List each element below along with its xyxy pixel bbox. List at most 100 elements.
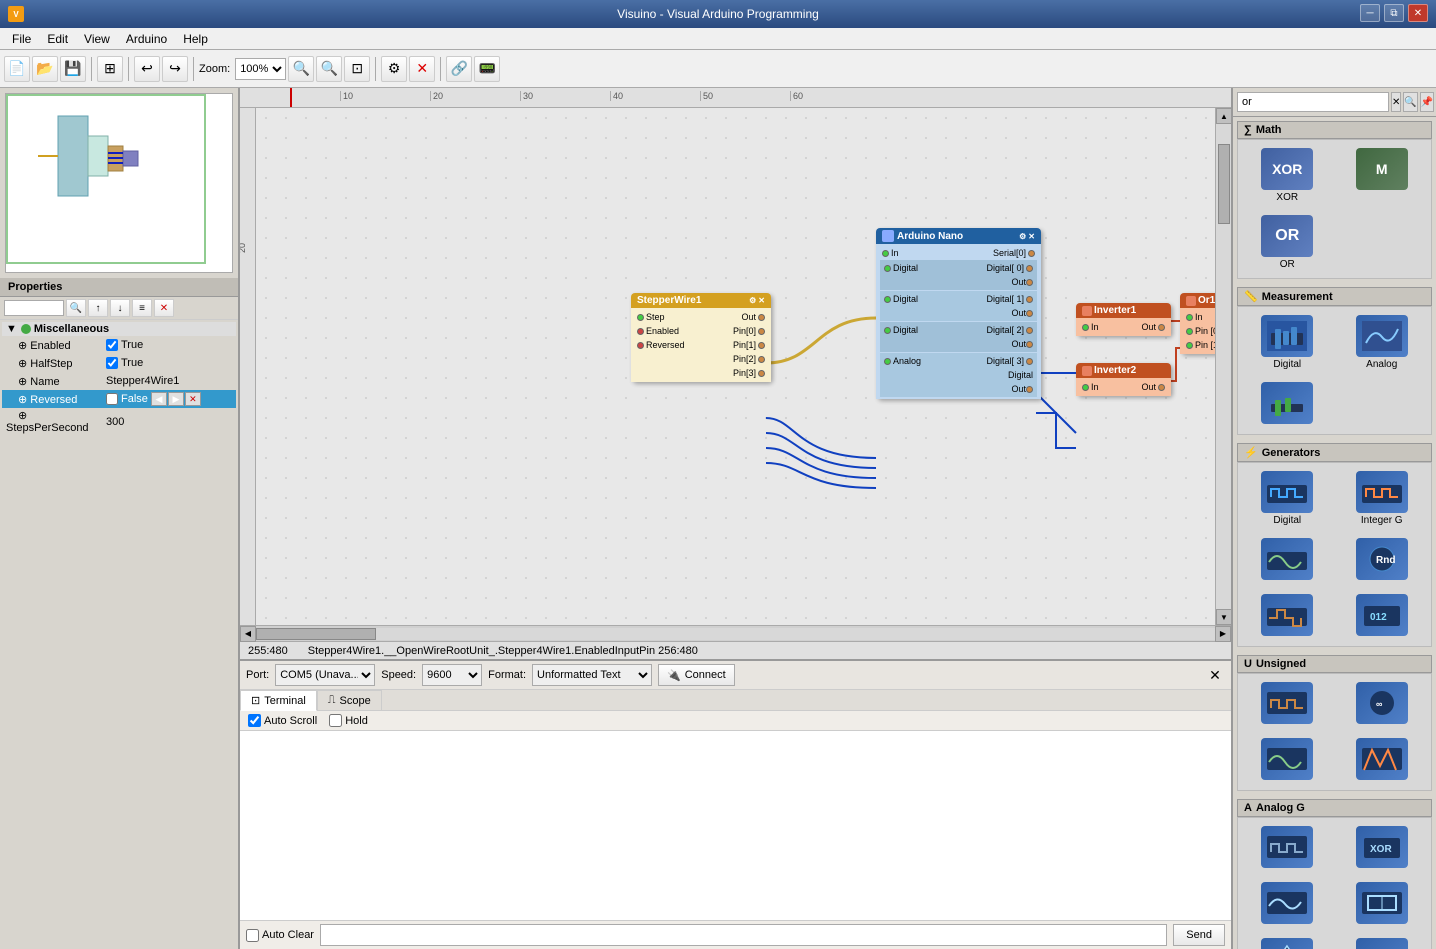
send-btn[interactable]: Send — [1173, 924, 1225, 946]
prop-row-enabled[interactable]: ⊕ Enabled True — [2, 336, 236, 354]
serial0-dot[interactable] — [1028, 250, 1035, 257]
view-grid-btn[interactable]: ⊞ — [97, 56, 123, 82]
zoom-out-btn[interactable]: 🔍 — [316, 56, 342, 82]
arduino-close-icon[interactable]: ✕ — [1028, 232, 1035, 241]
autoscroll-check[interactable]: Auto Scroll — [248, 714, 317, 727]
prop-btn4[interactable]: ≡ — [132, 299, 152, 317]
comp-ag6[interactable]: Timer — [1337, 934, 1428, 949]
comp-gen-counter[interactable]: 012 — [1337, 590, 1428, 642]
comp-math2[interactable]: M — [1337, 144, 1428, 207]
prop-row-stepspersecond[interactable]: ⊕ StepsPerSecond 300 — [2, 408, 236, 435]
zoom-fit-btn[interactable]: ⊡ — [344, 56, 370, 82]
stepper-node[interactable]: StepperWire1 ⚙ ✕ Step — [631, 293, 771, 382]
reversed-checkbox[interactable] — [106, 393, 118, 405]
undo-btn[interactable]: ↩ — [134, 56, 160, 82]
enabled-checkbox[interactable] — [106, 339, 118, 351]
comp-xor[interactable]: XOR XOR — [1242, 144, 1333, 207]
pin0-dot[interactable] — [758, 328, 765, 335]
restore-btn[interactable]: ⧉ — [1384, 4, 1404, 22]
prop-edit-btn2[interactable]: ▶ — [168, 392, 184, 406]
comp-gen-digital[interactable]: Digital — [1242, 467, 1333, 530]
pin1-dot[interactable] — [758, 342, 765, 349]
prop-search[interactable] — [4, 300, 64, 316]
comp-or[interactable]: OR OR — [1242, 211, 1333, 274]
redo-btn[interactable]: ↪ — [162, 56, 188, 82]
comp-uns1[interactable] — [1242, 678, 1333, 730]
measurement-header[interactable]: 📏 Measurement — [1237, 287, 1432, 306]
analog-g-header[interactable]: A Analog G — [1237, 799, 1432, 817]
stepper-settings-icon[interactable]: ⚙ — [749, 296, 756, 305]
comp-meas-digital[interactable]: Digital — [1242, 311, 1333, 374]
hscroll-left-btn[interactable]: ◀ — [240, 626, 256, 642]
comp-uns3[interactable] — [1242, 734, 1333, 786]
minimize-btn[interactable]: ─ — [1360, 4, 1380, 22]
menu-view[interactable]: View — [76, 30, 118, 48]
unsigned-header[interactable]: U Unsigned — [1237, 655, 1432, 673]
inverter1-node[interactable]: Inverter1 In Out — [1076, 303, 1171, 336]
search-clear-btn[interactable]: ✕ — [1391, 92, 1401, 112]
comp-ag4[interactable] — [1337, 878, 1428, 930]
prop-btn1[interactable]: 🔍 — [66, 299, 86, 317]
pin2-dot[interactable] — [758, 356, 765, 363]
vscroll-up-btn[interactable]: ▲ — [1216, 108, 1231, 124]
menu-arduino[interactable]: Arduino — [118, 30, 175, 48]
serial-input[interactable] — [320, 924, 1167, 946]
autoclear-check[interactable]: Auto Clear — [246, 929, 314, 942]
hold-check[interactable]: Hold — [329, 714, 368, 727]
prop-btn5[interactable]: ✕ — [154, 299, 174, 317]
tab-terminal[interactable]: ⊡ Terminal — [240, 690, 317, 711]
new-btn[interactable]: 📄 — [4, 56, 30, 82]
step-out-dot[interactable] — [758, 314, 765, 321]
compile-btn[interactable]: ⚙ — [381, 56, 407, 82]
serial-in-dot[interactable] — [882, 250, 889, 257]
hscroll-thumb[interactable] — [256, 628, 376, 640]
comp-ag3[interactable] — [1242, 878, 1333, 930]
generators-header[interactable]: ⚡ Generators — [1237, 443, 1432, 462]
comp-ag5[interactable]: ∑ — [1242, 934, 1333, 949]
pin3-dot[interactable] — [758, 370, 765, 377]
comp-meas-digital2[interactable] — [1242, 378, 1333, 430]
zoom-select[interactable]: 100% 75% 125% 150% — [235, 58, 286, 80]
serial-btn[interactable]: 📟 — [474, 56, 500, 82]
hscroll-right-btn[interactable]: ▶ — [1215, 626, 1231, 642]
halfstep-checkbox[interactable] — [106, 357, 118, 369]
save-btn[interactable]: 💾 — [60, 56, 86, 82]
vscroll-track[interactable] — [1216, 124, 1231, 609]
menu-edit[interactable]: Edit — [39, 30, 76, 48]
upload-btn[interactable]: ✕ — [409, 56, 435, 82]
comp-gen-analog[interactable] — [1242, 534, 1333, 586]
comp-gen-integer[interactable]: Integer G — [1337, 467, 1428, 530]
arduino-settings-icon[interactable]: ⚙ — [1019, 232, 1026, 241]
vertical-scrollbar[interactable]: ▲ ▼ — [1215, 108, 1231, 625]
stepper-close-icon[interactable]: ✕ — [758, 296, 765, 305]
tab-scope[interactable]: ⎍ Scope — [317, 690, 382, 710]
menu-help[interactable]: Help — [175, 30, 216, 48]
enabled-pin-dot[interactable] — [637, 328, 644, 335]
comp-gen-wave[interactable] — [1242, 590, 1333, 642]
reversed-pin-dot[interactable] — [637, 342, 644, 349]
serial-close-btn[interactable]: ✕ — [1205, 665, 1225, 685]
canvas-scroll[interactable]: StepperWire1 ⚙ ✕ Step — [256, 108, 1231, 625]
menu-file[interactable]: File — [4, 30, 39, 48]
comp-uns4[interactable] — [1337, 734, 1428, 786]
arduino-node[interactable]: Arduino Nano ⚙ ✕ In — [876, 228, 1041, 399]
prop-row-reversed[interactable]: ⊕ Reversed False ◀ ▶ ✕ — [2, 390, 236, 408]
comp-ag2[interactable]: XOR — [1337, 822, 1428, 874]
zoom-in-btn[interactable]: 🔍 — [288, 56, 314, 82]
format-select[interactable]: Unformatted Text — [532, 664, 652, 686]
prop-row-halfstep[interactable]: ⊕ HalfStep True — [2, 354, 236, 372]
vscroll-down-btn[interactable]: ▼ — [1216, 609, 1231, 625]
connect-arduino-btn[interactable]: 🔗 — [446, 56, 472, 82]
pin-btn[interactable]: 📌 — [1420, 92, 1434, 112]
vscroll-thumb[interactable] — [1218, 144, 1230, 224]
prop-edit-btn3[interactable]: ✕ — [185, 392, 201, 406]
open-btn[interactable]: 📂 — [32, 56, 58, 82]
prop-row-name[interactable]: ⊕ Name Stepper4Wire1 — [2, 372, 236, 390]
connect-btn[interactable]: 🔌 Connect — [658, 664, 735, 686]
comp-ag1[interactable] — [1242, 822, 1333, 874]
comp-meas-analog[interactable]: Analog — [1337, 311, 1428, 374]
port-select[interactable]: COM5 (Unava... — [275, 664, 375, 686]
speed-select[interactable]: 9600 — [422, 664, 482, 686]
close-btn[interactable]: ✕ — [1408, 4, 1428, 22]
prop-edit-btn1[interactable]: ◀ — [151, 392, 167, 406]
